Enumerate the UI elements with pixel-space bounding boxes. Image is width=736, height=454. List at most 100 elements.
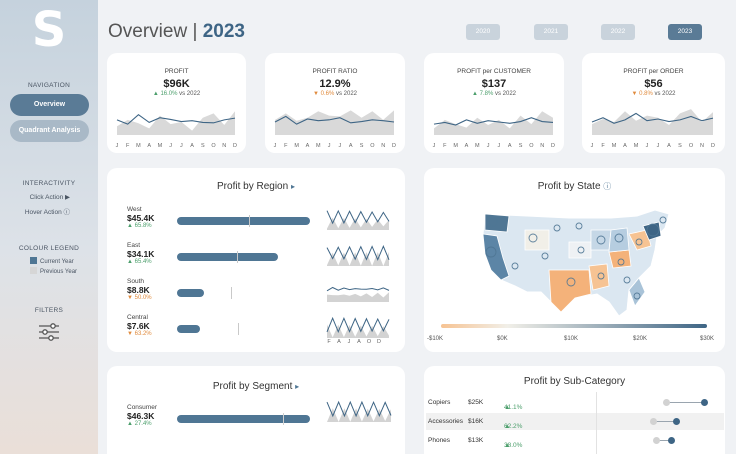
legend-current-year: Current Year xyxy=(30,257,74,265)
segment-chart-title[interactable]: Profit by Segment ▸ xyxy=(107,381,405,392)
month-tick-label: J xyxy=(591,143,594,149)
month-tick-label: A xyxy=(306,143,310,149)
month-tick-label: M xyxy=(634,143,639,149)
previous-year-dot xyxy=(663,399,670,406)
region-label-central: Central $7.6K ▼ 63.2% xyxy=(127,314,152,337)
month-tick-label: O xyxy=(211,143,216,149)
region-chart-title[interactable]: Profit by Region ▸ xyxy=(107,181,405,192)
month-tick-label: D xyxy=(377,339,381,345)
subcategory-divider xyxy=(596,392,597,454)
month-tick-label: J xyxy=(274,143,277,149)
month-tick-label: J xyxy=(433,143,436,149)
profit-ratio-sparkline: JFMAMJJASOND xyxy=(274,110,396,149)
kpi-label: PROFIT per CUSTOMER xyxy=(457,68,531,75)
previous-year-area xyxy=(117,111,235,135)
region-sparkline-west xyxy=(326,209,390,230)
month-tick-label: D xyxy=(711,143,715,149)
kpi-card-profit-per-customer[interactable]: PROFIT per CUSTOMER $137 ▲ 7.8% vs 2022 … xyxy=(424,53,564,153)
month-tick-label: M xyxy=(158,143,163,149)
nav-overview-button[interactable]: Overview xyxy=(10,94,89,116)
region-sparkline-south xyxy=(326,286,390,302)
profit-by-region-card: Profit by Region ▸ West $45.4K ▲ 65.8% E… xyxy=(107,168,405,352)
previous-year-area xyxy=(275,110,394,135)
year-button-2021[interactable]: 2021 xyxy=(534,24,568,40)
month-tick-label: J xyxy=(657,143,660,149)
kpi-delta: ▼ 0.8% vs 2022 xyxy=(631,91,676,97)
profit-by-state-card: Profit by State ⓘ -$10K $0K $10K $20K $3… xyxy=(424,168,725,352)
month-tick-label: J xyxy=(169,143,172,149)
region-previous-marker xyxy=(231,287,232,299)
month-tick-label: N xyxy=(222,143,226,149)
region-bar-central[interactable] xyxy=(177,325,200,333)
subcategory-row-copiers[interactable]: Copiers $25K ▲ 41.1% xyxy=(426,394,724,411)
month-tick-label: D xyxy=(233,143,237,149)
profit-by-segment-card: Profit by Segment ▸ Consumer $46.3K ▲ 27… xyxy=(107,366,405,454)
month-tick-label: S xyxy=(519,143,523,149)
month-tick-label: O xyxy=(689,143,694,149)
kpi-label: PROFIT per ORDER xyxy=(623,68,684,75)
subcategory-name: Phones xyxy=(428,437,451,444)
kpi-delta: ▼ 0.6% vs 2022 xyxy=(313,91,357,97)
subcategory-row-phones[interactable]: Phones $13K ▲ 38.0% xyxy=(426,432,724,449)
region-previous-marker xyxy=(249,215,250,227)
subcategory-value: $13K xyxy=(468,437,484,444)
region-previous-marker xyxy=(238,323,239,335)
kpi-card-profit-per-order[interactable]: PROFIT per ORDER $56 ▼ 0.8% vs 2022 JFMA… xyxy=(582,53,725,153)
filters-heading: FILTERS xyxy=(34,307,64,314)
region-previous-marker xyxy=(237,251,238,263)
current-year-line xyxy=(326,209,390,225)
filters-icon[interactable] xyxy=(38,323,60,341)
month-tick-label: O xyxy=(529,143,534,149)
state-scale-labels: -$10K $0K $10K $20K $30K xyxy=(427,336,719,345)
month-tick-label: D xyxy=(392,143,396,149)
page-title: Overview | 2023 xyxy=(108,21,245,42)
current-year-dot xyxy=(668,437,675,444)
month-tick-label: A xyxy=(147,143,151,149)
kpi-card-profit[interactable]: PROFIT $96K ▲ 16.0% vs 2022 JFMAMJJASOND xyxy=(107,53,246,153)
region-bar-west[interactable] xyxy=(177,217,310,225)
month-tick-label: F xyxy=(443,143,447,149)
hover-action-info[interactable]: Hover Action ⓘ xyxy=(25,206,70,216)
region-label-south: South $8.8K ▼ 50.0% xyxy=(127,278,152,301)
scale-label: $30K xyxy=(700,336,715,342)
state-chart-title[interactable]: Profit by State ⓘ xyxy=(424,181,725,192)
current-year-dot xyxy=(673,418,680,425)
month-tick-label: M xyxy=(453,143,458,149)
year-button-2023[interactable]: 2023 xyxy=(668,24,702,40)
year-button-2020[interactable]: 2020 xyxy=(466,24,500,40)
month-tick-label: J xyxy=(348,339,351,345)
region-bar-south[interactable] xyxy=(177,289,204,297)
kpi-delta: ▲ 16.0% vs 2022 xyxy=(152,91,201,97)
month-tick-label: J xyxy=(646,143,649,149)
month-tick-label: J xyxy=(339,143,342,149)
month-tick-label: M xyxy=(612,143,617,149)
region-bar-east[interactable] xyxy=(177,253,278,261)
us-state-map[interactable] xyxy=(479,206,679,318)
month-tick-label: M xyxy=(316,143,321,149)
sidebar: S NAVIGATION Overview Quadrant Analysis … xyxy=(0,0,98,454)
kpi-card-profit-ratio[interactable]: PROFIT RATIO 12.9% ▼ 0.6% vs 2022 JFMAMJ… xyxy=(265,53,405,153)
profit-per-order-sparkline: JFMAMJJASOND xyxy=(591,109,715,149)
year-button-2022[interactable]: 2022 xyxy=(601,24,635,40)
previous-year-swatch xyxy=(30,267,37,274)
month-tick-label: A xyxy=(349,143,353,149)
scale-label: -$10K xyxy=(427,336,444,342)
previous-year-area xyxy=(434,111,553,135)
current-year-swatch xyxy=(30,257,37,264)
month-tick-label: O xyxy=(370,143,375,149)
segment-previous-marker xyxy=(283,413,284,425)
segment-bar-consumer[interactable] xyxy=(177,415,310,423)
month-tick-label: F xyxy=(284,143,288,149)
month-tick-label: M xyxy=(294,143,299,149)
profit-by-subcategory-card: Profit by Sub-Category Copiers $25K ▲ 41… xyxy=(424,366,725,454)
month-tick-label: J xyxy=(180,143,183,149)
subcategory-row-accessories[interactable]: Accessories $16K ▲ 62.2% xyxy=(426,413,724,430)
click-action-info[interactable]: Click Action ▶ xyxy=(30,193,70,201)
month-tick-label: A xyxy=(190,143,194,149)
kpi-delta: ▲ 7.8% vs 2022 xyxy=(472,91,516,97)
segment-sparkline xyxy=(326,400,392,422)
previous-year-area xyxy=(592,109,713,135)
nav-quadrant-analysis-button[interactable]: Quadrant Analysis xyxy=(10,120,89,142)
region-sparkline-east xyxy=(326,244,390,266)
kpi-value: 12.9% xyxy=(319,78,351,90)
